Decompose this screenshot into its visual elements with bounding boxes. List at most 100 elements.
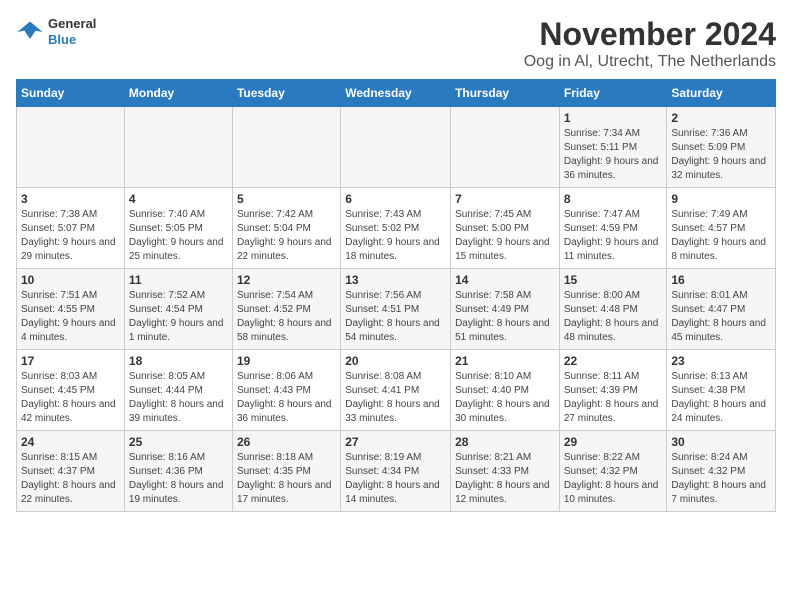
calendar-cell — [232, 107, 340, 188]
day-info: Sunrise: 8:00 AMSunset: 4:48 PMDaylight:… — [564, 289, 663, 345]
page-header: General Blue November 2024 Oog in Al, Ut… — [16, 16, 776, 71]
day-info: Sunrise: 8:19 AMSunset: 4:34 PMDaylight:… — [345, 451, 446, 507]
day-info: Sunrise: 7:34 AMSunset: 5:11 PMDaylight:… — [564, 127, 663, 183]
day-number: 10 — [21, 273, 120, 287]
day-info: Sunrise: 8:08 AMSunset: 4:41 PMDaylight:… — [345, 370, 446, 426]
day-number: 1 — [564, 111, 663, 125]
day-info: Sunrise: 8:05 AMSunset: 4:44 PMDaylight:… — [129, 370, 228, 426]
calendar-cell: 17 Sunrise: 8:03 AMSunset: 4:45 PMDayligh… — [17, 350, 125, 431]
calendar-cell: 13 Sunrise: 7:56 AMSunset: 4:51 PMDayligh… — [341, 269, 451, 350]
day-info: Sunrise: 7:45 AMSunset: 5:00 PMDaylight:… — [455, 208, 555, 264]
logo-blue: Blue — [48, 32, 96, 48]
calendar-cell: 22 Sunrise: 8:11 AMSunset: 4:39 PMDayligh… — [559, 350, 667, 431]
calendar-cell: 8 Sunrise: 7:47 AMSunset: 4:59 PMDaylight… — [559, 188, 667, 269]
day-number: 3 — [21, 192, 120, 206]
calendar-cell: 11Sunrise: 7:52 AMSunset: 4:54 PMDayligh… — [124, 269, 232, 350]
day-number: 7 — [455, 192, 555, 206]
page-title: November 2024 — [524, 16, 776, 53]
day-info: Sunrise: 7:38 AMSunset: 5:07 PMDaylight:… — [21, 208, 120, 264]
day-number: 15 — [564, 273, 663, 287]
day-number: 28 — [455, 435, 555, 449]
header-sunday: Sunday — [17, 80, 125, 107]
day-number: 8 — [564, 192, 663, 206]
calendar-header: SundayMondayTuesdayWednesdayThursdayFrid… — [17, 80, 776, 107]
header-friday: Friday — [559, 80, 667, 107]
logo: General Blue — [16, 16, 96, 47]
day-info: Sunrise: 8:10 AMSunset: 4:40 PMDaylight:… — [455, 370, 555, 426]
calendar-cell: 2Sunrise: 7:36 AMSunset: 5:09 PMDaylight… — [667, 107, 776, 188]
day-info: Sunrise: 7:40 AMSunset: 5:05 PMDaylight:… — [129, 208, 228, 264]
day-number: 17 — [21, 354, 120, 368]
day-info: Sunrise: 8:22 AMSunset: 4:32 PMDaylight:… — [564, 451, 663, 507]
day-info: Sunrise: 8:21 AMSunset: 4:33 PMDaylight:… — [455, 451, 555, 507]
calendar-body: 1 Sunrise: 7:34 AMSunset: 5:11 PMDaylight… — [17, 107, 776, 512]
day-info: Sunrise: 7:42 AMSunset: 5:04 PMDaylight:… — [237, 208, 336, 264]
day-number: 13 — [345, 273, 446, 287]
calendar-cell: 1 Sunrise: 7:34 AMSunset: 5:11 PMDaylight… — [559, 107, 667, 188]
day-number: 23 — [671, 354, 771, 368]
day-number: 19 — [237, 354, 336, 368]
calendar-cell — [341, 107, 451, 188]
day-number: 30 — [671, 435, 771, 449]
day-number: 26 — [237, 435, 336, 449]
day-info: Sunrise: 7:43 AMSunset: 5:02 PMDaylight:… — [345, 208, 446, 264]
header-tuesday: Tuesday — [232, 80, 340, 107]
header-row: SundayMondayTuesdayWednesdayThursdayFrid… — [17, 80, 776, 107]
calendar-cell: 29Sunrise: 8:22 AMSunset: 4:32 PMDayligh… — [559, 431, 667, 512]
day-info: Sunrise: 7:56 AMSunset: 4:51 PMDaylight:… — [345, 289, 446, 345]
day-number: 27 — [345, 435, 446, 449]
header-monday: Monday — [124, 80, 232, 107]
day-info: Sunrise: 8:11 AMSunset: 4:39 PMDaylight:… — [564, 370, 663, 426]
day-number: 2 — [671, 111, 771, 125]
day-info: Sunrise: 7:51 AMSunset: 4:55 PMDaylight:… — [21, 289, 120, 345]
title-block: November 2024 Oog in Al, Utrecht, The Ne… — [524, 16, 776, 71]
week-row-2: 10 Sunrise: 7:51 AMSunset: 4:55 PMDayligh… — [17, 269, 776, 350]
day-number: 21 — [455, 354, 555, 368]
day-number: 18 — [129, 354, 228, 368]
header-thursday: Thursday — [451, 80, 560, 107]
calendar-cell: 30Sunrise: 8:24 AMSunset: 4:32 PMDayligh… — [667, 431, 776, 512]
day-info: Sunrise: 8:13 AMSunset: 4:38 PMDaylight:… — [671, 370, 771, 426]
day-info: Sunrise: 7:49 AMSunset: 4:57 PMDaylight:… — [671, 208, 771, 264]
calendar-cell: 23 Sunrise: 8:13 AMSunset: 4:38 PMDayligh… — [667, 350, 776, 431]
calendar-cell: 14Sunrise: 7:58 AMSunset: 4:49 PMDayligh… — [451, 269, 560, 350]
day-info: Sunrise: 7:54 AMSunset: 4:52 PMDaylight:… — [237, 289, 336, 345]
day-info: Sunrise: 8:18 AMSunset: 4:35 PMDaylight:… — [237, 451, 336, 507]
day-info: Sunrise: 8:15 AMSunset: 4:37 PMDaylight:… — [21, 451, 120, 507]
day-info: Sunrise: 7:52 AMSunset: 4:54 PMDaylight:… — [129, 289, 228, 345]
calendar-cell: 4 Sunrise: 7:40 AMSunset: 5:05 PMDaylight… — [124, 188, 232, 269]
calendar-cell: 10 Sunrise: 7:51 AMSunset: 4:55 PMDayligh… — [17, 269, 125, 350]
day-number: 6 — [345, 192, 446, 206]
day-info: Sunrise: 8:01 AMSunset: 4:47 PMDaylight:… — [671, 289, 771, 345]
calendar-cell: 25Sunrise: 8:16 AMSunset: 4:36 PMDayligh… — [124, 431, 232, 512]
calendar-cell — [451, 107, 560, 188]
day-info: Sunrise: 7:47 AMSunset: 4:59 PMDaylight:… — [564, 208, 663, 264]
calendar-cell: 28 Sunrise: 8:21 AMSunset: 4:33 PMDayligh… — [451, 431, 560, 512]
calendar-cell — [17, 107, 125, 188]
calendar-cell: 20 Sunrise: 8:08 AMSunset: 4:41 PMDayligh… — [341, 350, 451, 431]
day-info: Sunrise: 8:03 AMSunset: 4:45 PMDaylight:… — [21, 370, 120, 426]
week-row-0: 1 Sunrise: 7:34 AMSunset: 5:11 PMDaylight… — [17, 107, 776, 188]
calendar-cell: 3 Sunrise: 7:38 AMSunset: 5:07 PMDaylight… — [17, 188, 125, 269]
day-number: 20 — [345, 354, 446, 368]
day-number: 5 — [237, 192, 336, 206]
calendar-cell: 18 Sunrise: 8:05 AMSunset: 4:44 PMDayligh… — [124, 350, 232, 431]
page-subtitle: Oog in Al, Utrecht, The Netherlands — [524, 53, 776, 71]
week-row-1: 3 Sunrise: 7:38 AMSunset: 5:07 PMDaylight… — [17, 188, 776, 269]
day-number: 9 — [671, 192, 771, 206]
calendar-table: SundayMondayTuesdayWednesdayThursdayFrid… — [16, 79, 776, 512]
day-info: Sunrise: 8:06 AMSunset: 4:43 PMDaylight:… — [237, 370, 336, 426]
calendar-cell: 5 Sunrise: 7:42 AMSunset: 5:04 PMDaylight… — [232, 188, 340, 269]
day-number: 4 — [129, 192, 228, 206]
day-number: 14 — [455, 273, 555, 287]
day-number: 22 — [564, 354, 663, 368]
calendar-cell: 16 Sunrise: 8:01 AMSunset: 4:47 PMDayligh… — [667, 269, 776, 350]
logo-icon — [16, 18, 44, 46]
week-row-4: 24Sunrise: 8:15 AMSunset: 4:37 PMDayligh… — [17, 431, 776, 512]
calendar-cell: 12Sunrise: 7:54 AMSunset: 4:52 PMDayligh… — [232, 269, 340, 350]
calendar-cell — [124, 107, 232, 188]
day-info: Sunrise: 8:16 AMSunset: 4:36 PMDaylight:… — [129, 451, 228, 507]
header-saturday: Saturday — [667, 80, 776, 107]
calendar-cell: 19 Sunrise: 8:06 AMSunset: 4:43 PMDayligh… — [232, 350, 340, 431]
day-number: 16 — [671, 273, 771, 287]
